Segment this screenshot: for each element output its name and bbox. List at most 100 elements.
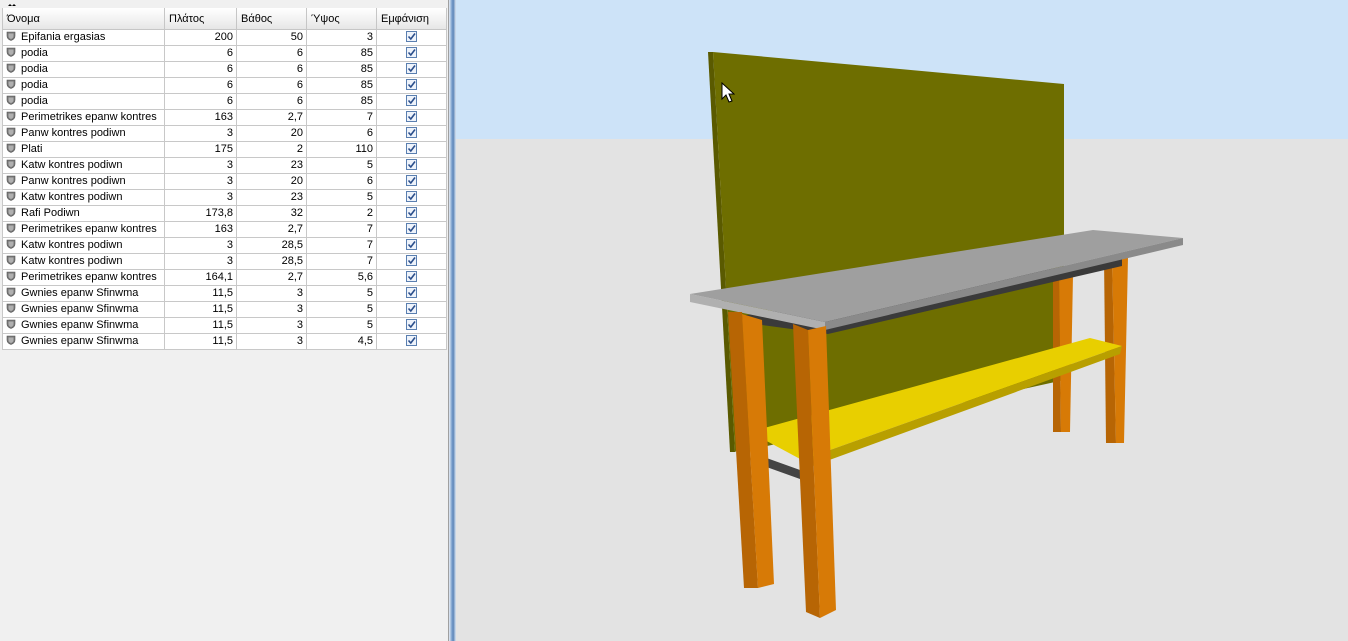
- cell-width[interactable]: 11,5: [164, 333, 237, 350]
- table-row[interactable]: Gwnies epanw Sfinwma 11,5 3 5: [2, 285, 447, 302]
- cell-width[interactable]: 6: [164, 45, 237, 62]
- cell-width[interactable]: 3: [164, 253, 237, 270]
- cell-depth[interactable]: 28,5: [236, 253, 307, 270]
- cell-name[interactable]: Gwnies epanw Sfinwma: [2, 285, 165, 302]
- cell-width[interactable]: 3: [164, 173, 237, 190]
- cell-height[interactable]: 5,6: [306, 269, 377, 286]
- table-row[interactable]: Gwnies epanw Sfinwma 11,5 3 5: [2, 301, 447, 318]
- cell-depth[interactable]: 6: [236, 93, 307, 110]
- column-header-width[interactable]: Πλάτος: [164, 8, 237, 30]
- table-row[interactable]: Perimetrikes epanw kontres 164,1 2,7 5,6: [2, 269, 447, 286]
- cell-depth[interactable]: 3: [236, 285, 307, 302]
- cell-name[interactable]: Panw kontres podiwn: [2, 125, 165, 142]
- cell-name[interactable]: Gwnies epanw Sfinwma: [2, 333, 165, 350]
- cell-width[interactable]: 163: [164, 109, 237, 126]
- cell-name[interactable]: Perimetrikes epanw kontres: [2, 109, 165, 126]
- cell-height[interactable]: 7: [306, 253, 377, 270]
- cell-name[interactable]: podia: [2, 93, 165, 110]
- cell-name[interactable]: Gwnies epanw Sfinwma: [2, 317, 165, 334]
- visible-checkbox[interactable]: [406, 287, 417, 298]
- cell-name[interactable]: Perimetrikes epanw kontres: [2, 221, 165, 238]
- resize-handle-icon[interactable]: [0, 0, 22, 6]
- visible-checkbox[interactable]: [406, 143, 417, 154]
- cell-height[interactable]: 7: [306, 109, 377, 126]
- cell-depth[interactable]: 2: [236, 141, 307, 158]
- cell-name[interactable]: podia: [2, 77, 165, 94]
- visible-checkbox[interactable]: [406, 207, 417, 218]
- visible-checkbox[interactable]: [406, 47, 417, 58]
- cell-height[interactable]: 5: [306, 157, 377, 174]
- cell-name[interactable]: podia: [2, 45, 165, 62]
- visible-checkbox[interactable]: [406, 111, 417, 122]
- cell-depth[interactable]: 50: [236, 29, 307, 46]
- cell-height[interactable]: 7: [306, 221, 377, 238]
- cell-width[interactable]: 173,8: [164, 205, 237, 222]
- table-row[interactable]: Katw kontres podiwn 3 23 5: [2, 189, 447, 206]
- table-row[interactable]: Rafi Podiwn 173,8 32 2: [2, 205, 447, 222]
- column-header-depth[interactable]: Βάθος: [236, 8, 307, 30]
- table-row[interactable]: Perimetrikes epanw kontres 163 2,7 7: [2, 221, 447, 238]
- cell-width[interactable]: 11,5: [164, 285, 237, 302]
- cell-height[interactable]: 5: [306, 317, 377, 334]
- 3d-viewport[interactable]: [456, 0, 1348, 641]
- table-row[interactable]: Epifania ergasias 200 50 3: [2, 29, 447, 46]
- cell-name[interactable]: Katw kontres podiwn: [2, 253, 165, 270]
- cell-width[interactable]: 163: [164, 221, 237, 238]
- cell-name[interactable]: Gwnies epanw Sfinwma: [2, 301, 165, 318]
- table-row[interactable]: podia 6 6 85: [2, 61, 447, 78]
- cell-height[interactable]: 3: [306, 29, 377, 46]
- cell-width[interactable]: 200: [164, 29, 237, 46]
- cell-height[interactable]: 85: [306, 93, 377, 110]
- table-row[interactable]: Katw kontres podiwn 3 28,5 7: [2, 253, 447, 270]
- cell-height[interactable]: 5: [306, 189, 377, 206]
- visible-checkbox[interactable]: [406, 319, 417, 330]
- visible-checkbox[interactable]: [406, 175, 417, 186]
- cell-depth[interactable]: 23: [236, 157, 307, 174]
- column-header-height[interactable]: Ύψος: [306, 8, 377, 30]
- table-row[interactable]: podia 6 6 85: [2, 45, 447, 62]
- cell-height[interactable]: 2: [306, 205, 377, 222]
- cell-name[interactable]: Epifania ergasias: [2, 29, 165, 46]
- visible-checkbox[interactable]: [406, 31, 417, 42]
- table-row[interactable]: podia 6 6 85: [2, 77, 447, 94]
- table-row[interactable]: Plati 175 2 110: [2, 141, 447, 158]
- table-row[interactable]: Gwnies epanw Sfinwma 11,5 3 4,5: [2, 333, 447, 350]
- cell-depth[interactable]: 6: [236, 45, 307, 62]
- cell-depth[interactable]: 6: [236, 61, 307, 78]
- cell-height[interactable]: 7: [306, 237, 377, 254]
- cell-width[interactable]: 6: [164, 93, 237, 110]
- cell-width[interactable]: 11,5: [164, 301, 237, 318]
- cell-depth[interactable]: 32: [236, 205, 307, 222]
- cell-depth[interactable]: 6: [236, 77, 307, 94]
- cell-height[interactable]: 85: [306, 45, 377, 62]
- table-row[interactable]: podia 6 6 85: [2, 93, 447, 110]
- cell-name[interactable]: Plati: [2, 141, 165, 158]
- visible-checkbox[interactable]: [406, 271, 417, 282]
- cell-depth[interactable]: 28,5: [236, 237, 307, 254]
- table-row[interactable]: Perimetrikes epanw kontres 163 2,7 7: [2, 109, 447, 126]
- cell-width[interactable]: 175: [164, 141, 237, 158]
- cell-height[interactable]: 5: [306, 301, 377, 318]
- cell-depth[interactable]: 23: [236, 189, 307, 206]
- cell-height[interactable]: 6: [306, 173, 377, 190]
- visible-checkbox[interactable]: [406, 303, 417, 314]
- table-row[interactable]: Katw kontres podiwn 3 28,5 7: [2, 237, 447, 254]
- visible-checkbox[interactable]: [406, 191, 417, 202]
- cell-depth[interactable]: 3: [236, 301, 307, 318]
- cell-name[interactable]: Perimetrikes epanw kontres: [2, 269, 165, 286]
- visible-checkbox[interactable]: [406, 223, 417, 234]
- visible-checkbox[interactable]: [406, 255, 417, 266]
- cell-name[interactable]: Panw kontres podiwn: [2, 173, 165, 190]
- visible-checkbox[interactable]: [406, 159, 417, 170]
- cell-width[interactable]: 3: [164, 237, 237, 254]
- visible-checkbox[interactable]: [406, 63, 417, 74]
- cell-depth[interactable]: 2,7: [236, 221, 307, 238]
- cell-width[interactable]: 164,1: [164, 269, 237, 286]
- cell-depth[interactable]: 20: [236, 125, 307, 142]
- column-header-visible[interactable]: Εμφάνιση: [376, 8, 447, 30]
- visible-checkbox[interactable]: [406, 79, 417, 90]
- visible-checkbox[interactable]: [406, 335, 417, 346]
- pane-splitter[interactable]: [449, 0, 456, 641]
- cell-width[interactable]: 6: [164, 77, 237, 94]
- visible-checkbox[interactable]: [406, 239, 417, 250]
